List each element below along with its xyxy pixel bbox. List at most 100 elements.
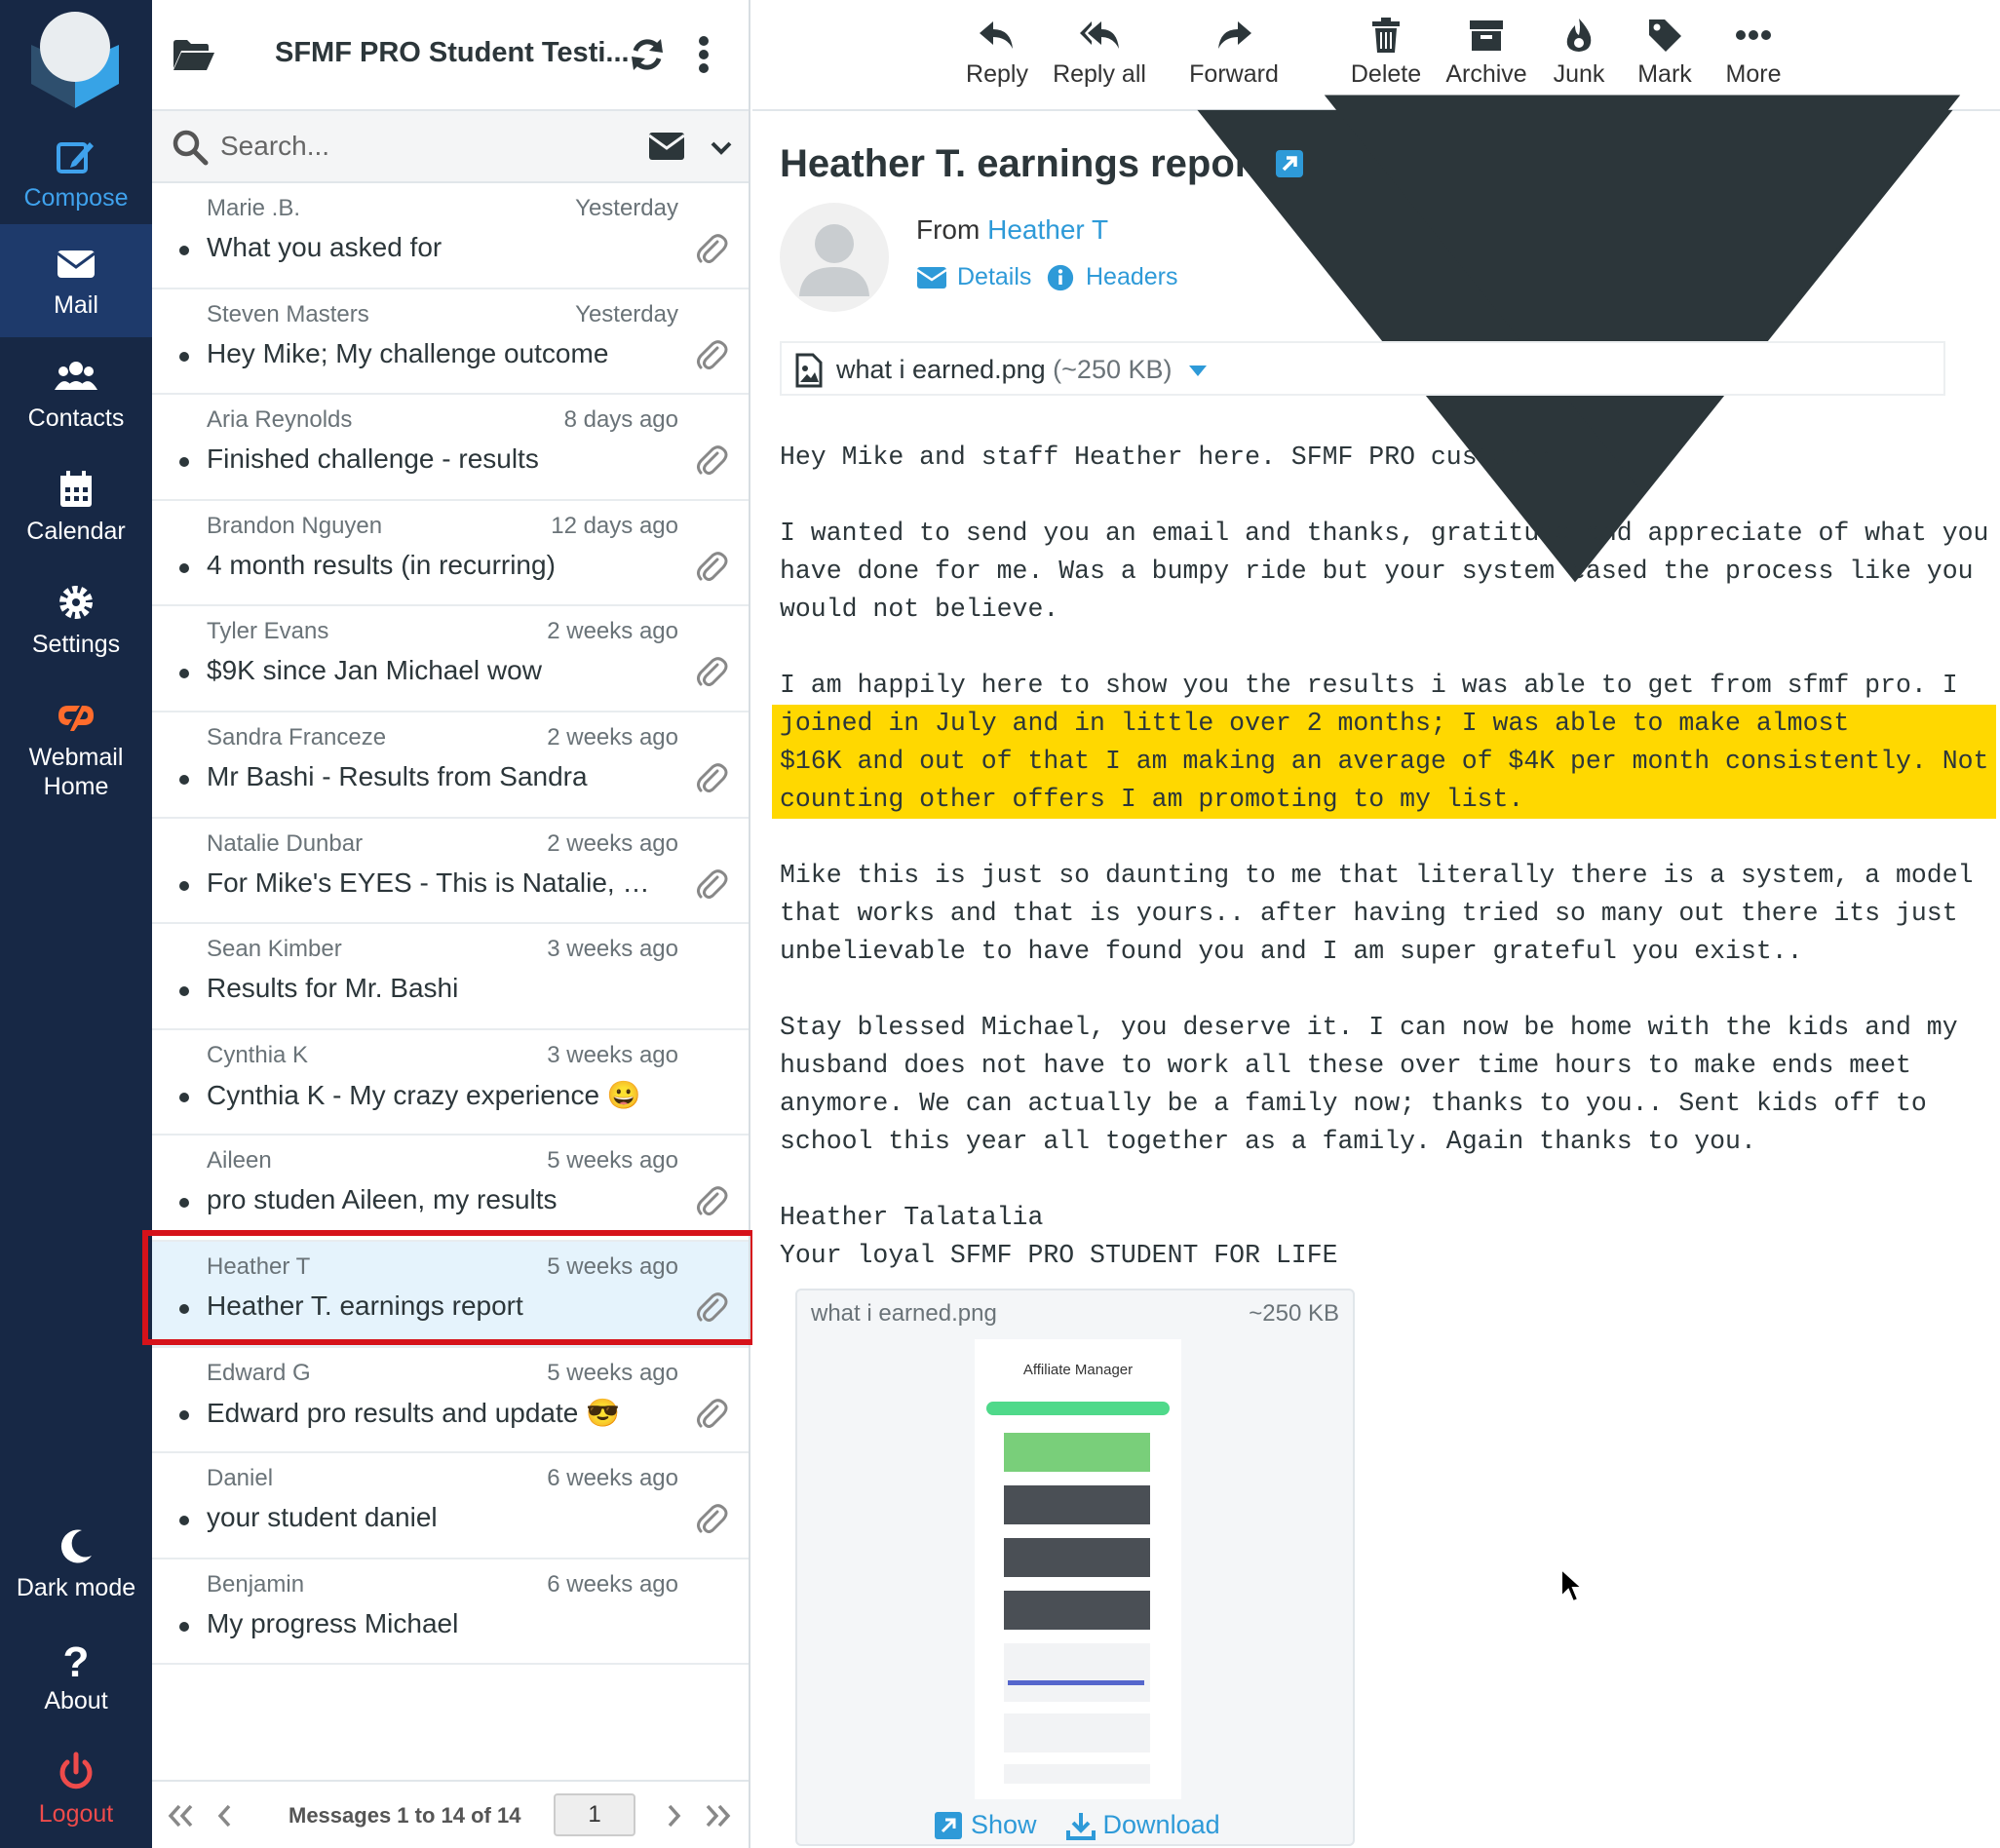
sender-avatar — [780, 203, 889, 312]
contacts-nav-item[interactable]: Contacts — [0, 337, 152, 450]
message-row[interactable]: Cynthia K 3 weeks ago Cynthia K - My crazy… — [152, 1030, 749, 1136]
from-line: From Heather T — [916, 214, 1108, 246]
reply-all-button[interactable]: Reply all — [1051, 16, 1148, 89]
message-row[interactable]: Daniel 6 weeks ago your student daniel — [152, 1453, 749, 1559]
calendar-nav-item[interactable]: Calendar — [0, 450, 152, 563]
caret-down-icon[interactable] — [1189, 366, 1208, 377]
folder-open-icon[interactable] — [172, 37, 214, 72]
message-row[interactable]: Sandra Franceze 2 weeks ago Mr Bashi - Res… — [152, 712, 749, 819]
svg-text:?: ? — [63, 1638, 90, 1680]
mail-label: Mail — [54, 291, 98, 319]
about-nav-item[interactable]: ? About — [0, 1620, 152, 1733]
refresh-icon[interactable] — [628, 35, 667, 74]
message-row[interactable]: Heather T 5 weeks ago Heather T. earnings … — [152, 1241, 749, 1348]
message-date: 3 weeks ago — [547, 936, 678, 963]
mark-button[interactable]: Mark — [1635, 16, 1694, 89]
prev-page-icon[interactable] — [211, 1801, 240, 1830]
mouse-pointer-icon — [1560, 1567, 1585, 1603]
unread-dot — [179, 986, 189, 997]
body-paragraph-4: Mike this is just so daunting to me that… — [780, 861, 1974, 966]
attachment-icon — [694, 443, 729, 479]
delete-button[interactable]: Delete — [1349, 16, 1423, 89]
message-rows: Marie .B. Yesterday What you asked for Stev… — [152, 183, 749, 1666]
message-sender: Brandon Nguyen — [207, 512, 383, 539]
archive-button[interactable]: Archive — [1442, 16, 1530, 89]
message-subject: Cynthia K - My crazy experience 😀 — [207, 1079, 641, 1110]
first-page-icon[interactable] — [166, 1801, 195, 1830]
mail-nav-item[interactable]: Mail — [0, 224, 152, 337]
message-date: 5 weeks ago — [547, 1359, 678, 1386]
forward-button[interactable]: Forward — [1185, 16, 1283, 89]
envelope-icon[interactable] — [649, 133, 684, 160]
unread-dot — [179, 351, 189, 362]
unread-dot — [179, 562, 189, 573]
from-label: From — [916, 214, 981, 245]
unread-dot — [179, 669, 189, 679]
download-icon — [1065, 1812, 1096, 1840]
download-attachment-button[interactable]: Download — [1065, 1810, 1220, 1840]
attachment-filename[interactable]: what i earned.png — [836, 355, 1046, 384]
message-count: Messages 1 to 14 of 14 — [288, 1803, 521, 1828]
attachment-bar[interactable]: what i earned.png (~250 KB) — [780, 341, 1945, 396]
show-attachment-button[interactable]: Show — [934, 1810, 1037, 1840]
next-page-icon[interactable] — [659, 1801, 688, 1830]
message-row[interactable]: Natalie Dunbar 2 weeks ago For Mike's EYES… — [152, 819, 749, 925]
message-subject: For Mike's EYES - This is Natalie, My ..… — [207, 866, 665, 898]
power-icon — [59, 1752, 93, 1790]
webmail-home-nav-item[interactable]: Webmail Home — [0, 676, 152, 813]
about-label: About — [44, 1687, 108, 1714]
more-button[interactable]: More — [1721, 16, 1786, 89]
page-number-input[interactable]: 1 — [554, 1793, 635, 1836]
junk-button[interactable]: Junk — [1550, 16, 1608, 89]
attachment-icon — [694, 550, 729, 585]
message-row[interactable]: Marie .B. Yesterday What you asked for — [152, 183, 749, 289]
compose-button[interactable]: Compose — [0, 117, 152, 230]
calendar-label: Calendar — [26, 518, 126, 545]
reply-icon — [980, 21, 1013, 49]
message-subject: Finished challenge - results — [207, 443, 539, 475]
question-icon: ? — [63, 1638, 90, 1680]
message-subject: Edward pro results and update 😎 — [207, 1397, 620, 1428]
headers-link[interactable]: Headers — [1045, 263, 1178, 291]
dark-mode-toggle[interactable]: Dark mode — [0, 1507, 152, 1620]
unread-dot — [179, 1516, 189, 1526]
attachment-icon — [694, 338, 729, 373]
search-icon — [173, 130, 209, 166]
logout-button[interactable]: Logout — [0, 1733, 152, 1846]
attachment-thumbnail[interactable]: Affiliate Manager — [975, 1339, 1181, 1799]
details-link[interactable]: Details — [916, 263, 1031, 291]
message-subject: Results for Mr. Bashi — [207, 973, 459, 1004]
thumbnail-title: Affiliate Manager — [1023, 1362, 1133, 1378]
download-label: Download — [1102, 1810, 1220, 1839]
chevron-down-icon[interactable] — [710, 136, 733, 160]
message-row[interactable]: Aria Reynolds 8 days ago Finished challeng… — [152, 395, 749, 501]
search-input[interactable] — [220, 127, 591, 166]
search-bar — [152, 111, 749, 183]
message-row[interactable]: Aileen 5 weeks ago pro studen Aileen, my r… — [152, 1136, 749, 1242]
body-paragraph-3a: I am happily here to show you the result… — [780, 671, 1958, 700]
message-row[interactable]: Benjamin 6 weeks ago My progress Michael — [152, 1559, 749, 1666]
message-row[interactable]: Tyler Evans 2 weeks ago $9K since Jan Mich… — [152, 606, 749, 712]
fire-icon — [1566, 19, 1592, 52]
message-row[interactable]: Edward G 5 weeks ago Edward pro results an… — [152, 1348, 749, 1454]
reply-button[interactable]: Reply — [965, 16, 1029, 89]
archive-icon — [1470, 20, 1503, 51]
message-date: 6 weeks ago — [547, 1465, 678, 1492]
settings-nav-item[interactable]: Settings — [0, 563, 152, 676]
message-sender: Tyler Evans — [207, 618, 329, 645]
cpanel-icon — [58, 706, 94, 731]
message-row[interactable]: Steven Masters Yesterday Hey Mike; My chal… — [152, 289, 749, 396]
more-vertical-icon[interactable] — [698, 35, 710, 74]
body-highlighted-text: joined in July and in little over 2 mont… — [772, 705, 1997, 819]
compose-icon — [57, 142, 94, 173]
sender-name-link[interactable]: Heather T — [987, 214, 1108, 245]
message-row[interactable]: Brandon Nguyen 12 days ago 4 month results… — [152, 501, 749, 607]
last-page-icon[interactable] — [704, 1801, 733, 1830]
attachment-icon — [694, 232, 729, 267]
message-subject: your student daniel — [207, 1502, 438, 1533]
unread-dot — [179, 1621, 189, 1632]
open-in-new-window-icon[interactable] — [1274, 148, 1305, 179]
message-sender: Steven Masters — [207, 300, 369, 327]
roundcube-logo — [31, 12, 119, 108]
message-row[interactable]: Sean Kimber 3 weeks ago Results for Mr. Ba… — [152, 924, 749, 1030]
